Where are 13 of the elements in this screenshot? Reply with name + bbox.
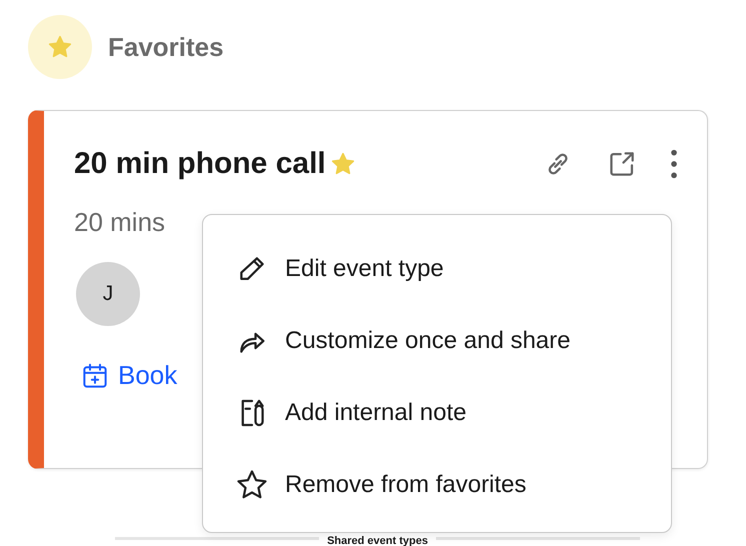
more-vertical-icon [669,147,679,181]
more-options-button[interactable] [669,147,679,181]
menu-item[interactable]: Add internal note [203,377,671,449]
book-link[interactable]: Book [80,360,178,391]
event-title: 20 min phone call [74,147,326,181]
star-icon [47,34,73,60]
menu-item[interactable]: Edit event type [203,233,671,305]
menu-item[interactable]: Remove from favorites [203,449,671,521]
section-heading: Shared event types [319,536,436,546]
section-title: Favorites [108,32,224,62]
duration-text: 20 mins [73,206,166,238]
menu-item[interactable]: Customize once and share [203,305,671,377]
avatar: J [76,262,140,326]
